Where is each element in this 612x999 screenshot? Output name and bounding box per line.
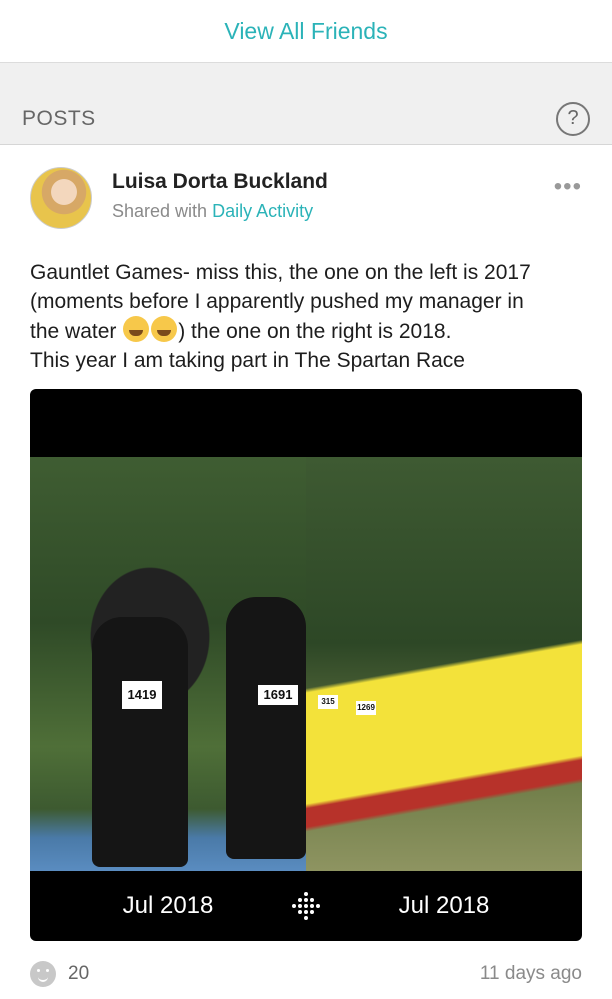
- post-timestamp: 11 days ago: [479, 963, 582, 984]
- post-text-segment: ) the one on the right is 2018.: [178, 320, 452, 343]
- help-icon: ?: [567, 107, 579, 129]
- photo-right-2018: 315 1269: [306, 457, 582, 871]
- photo-caption-bar: Jul 2018 Jul 2018: [30, 871, 582, 941]
- cheer-button[interactable]: 20: [30, 961, 89, 987]
- more-options-icon[interactable]: •••: [554, 175, 582, 199]
- posts-section-header: POSTS ?: [0, 93, 612, 145]
- right-photo-date: Jul 2018: [398, 892, 490, 919]
- post-text: Gauntlet Games- miss this, the one on th…: [30, 259, 582, 375]
- cheer-icon[interactable]: [30, 961, 56, 987]
- race-bib: 1419: [122, 681, 162, 709]
- shared-group-link[interactable]: Daily Activity: [212, 201, 313, 221]
- post-text-line: Gauntlet Games- miss this, the one on th…: [30, 261, 531, 284]
- section-title: POSTS: [22, 106, 96, 130]
- runner-figure: [92, 617, 188, 867]
- author-name[interactable]: Luisa Dorta Buckland: [112, 170, 328, 194]
- author-block: Luisa Dorta Buckland Shared with Daily A…: [112, 167, 328, 222]
- left-photo-date: Jul 2018: [122, 892, 214, 919]
- post-header: Luisa Dorta Buckland Shared with Daily A…: [30, 145, 582, 229]
- post-text-line-with-emoji: the water ) the one on the right is 2018…: [30, 316, 582, 347]
- face-with-tears-of-joy-icon: [123, 316, 150, 342]
- post-text-line: This year I am taking part in The Sparta…: [30, 348, 465, 372]
- section-spacer: [0, 63, 612, 93]
- race-bib: 1691: [258, 685, 298, 705]
- runner-figure: [226, 597, 306, 859]
- post-text-segment: the water: [30, 320, 117, 343]
- winking-face-with-tongue-icon: [151, 316, 178, 342]
- fitbit-logo-icon: [292, 892, 320, 920]
- help-button[interactable]: ?: [556, 101, 590, 136]
- avatar[interactable]: [30, 167, 92, 229]
- race-bib: 1269: [356, 701, 376, 715]
- race-bib: 315: [318, 695, 338, 709]
- shared-with-line: Shared with Daily Activity: [112, 201, 328, 222]
- cheer-count: 20: [68, 963, 90, 984]
- feed-post: Luisa Dorta Buckland Shared with Daily A…: [0, 145, 612, 987]
- post-photo[interactable]: 1419 1691 315 1269 Jul 2018 Jul 2018: [30, 389, 582, 941]
- post-footer: 20 11 days ago: [30, 961, 582, 987]
- post-text-line: (moments before I apparently pushed my m…: [30, 289, 524, 313]
- view-all-friends-bar: View All Friends: [0, 0, 612, 63]
- shared-with-prefix: Shared with: [112, 201, 208, 221]
- photo-left-2017: 1419 1691: [30, 457, 306, 871]
- view-all-friends-link[interactable]: View All Friends: [224, 18, 387, 45]
